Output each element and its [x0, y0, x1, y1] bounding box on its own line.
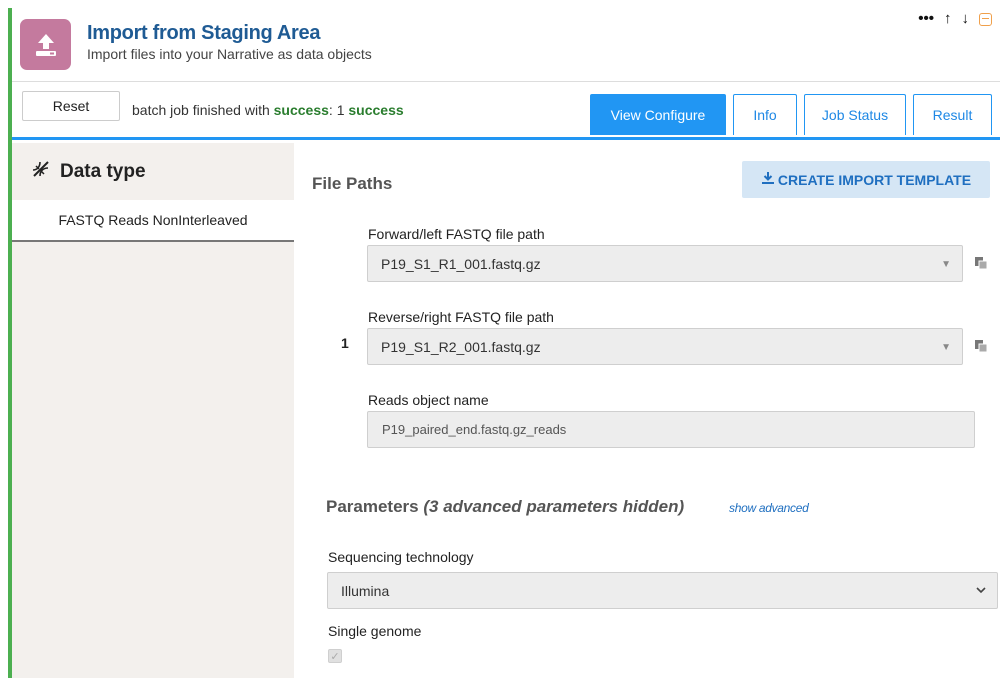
file-paths-title: File Paths: [312, 174, 393, 193]
create-import-template-button[interactable]: CREATE IMPORT TEMPLATE: [742, 161, 990, 198]
sequencing-technology-label: Sequencing technology: [328, 549, 474, 565]
reverse-path-value: P19_S1_R2_001.fastq.gz: [381, 338, 541, 355]
data-type-title: Data type: [60, 160, 146, 182]
hidden-params-note: (3 advanced parameters hidden): [423, 497, 685, 516]
single-genome-checkbox[interactable]: ✓: [328, 649, 342, 663]
arrow-down-icon[interactable]: ↓: [962, 10, 970, 28]
forward-path-select[interactable]: P19_S1_R1_001.fastq.gz ▼: [367, 245, 963, 282]
parameters-title-label: Parameters: [326, 497, 419, 516]
status-success-label: success: [273, 102, 329, 118]
status-colon: : 1: [328, 102, 349, 118]
status-success-count: success: [348, 102, 404, 118]
cell-toolbar: Reset batch job finished with success: 1…: [12, 82, 1000, 140]
upload-icon: [20, 19, 71, 70]
copy-icon[interactable]: [974, 339, 988, 353]
tab-view-configure[interactable]: View Configure: [590, 94, 726, 135]
tab-result[interactable]: Result: [913, 94, 992, 135]
show-advanced-link[interactable]: show advanced: [729, 501, 809, 515]
dna-icon: [30, 158, 52, 186]
chevron-down-icon: ▼: [941, 342, 951, 353]
chevron-down-icon: [975, 583, 987, 599]
reads-object-name-field[interactable]: P19_paired_end.fastq.gz_reads: [367, 411, 975, 448]
chevron-down-icon: ▼: [941, 259, 951, 270]
create-import-template-label: CREATE IMPORT TEMPLATE: [777, 171, 972, 188]
reverse-path-label: Reverse/right FASTQ file path: [368, 309, 554, 325]
reads-object-name-label: Reads object name: [368, 392, 489, 408]
copy-icon[interactable]: [974, 256, 988, 270]
data-type-sidebar: Data type FASTQ Reads NonInterleaved: [12, 143, 294, 678]
import-cell: Import from Staging Area Import files in…: [12, 8, 1000, 678]
forward-path-label: Forward/left FASTQ file path: [368, 226, 545, 242]
reverse-path-select[interactable]: P19_S1_R2_001.fastq.gz ▼: [367, 328, 963, 365]
sidebar-item-fastq-noninterleaved[interactable]: FASTQ Reads NonInterleaved: [12, 200, 294, 242]
parameters-title: Parameters (3 advanced parameters hidden…: [326, 497, 684, 517]
app-subtitle: Import files into your Narrative as data…: [87, 46, 372, 62]
sequencing-technology-select[interactable]: Illumina: [327, 572, 998, 609]
forward-path-value: P19_S1_R1_001.fastq.gz: [381, 255, 541, 272]
download-icon: [761, 171, 775, 188]
cell-header: Import from Staging Area Import files in…: [12, 8, 1000, 82]
single-genome-label: Single genome: [328, 623, 422, 639]
configure-pane: File Paths CREATE IMPORT TEMPLATE Forwar…: [294, 143, 1000, 678]
collapse-icon[interactable]: [979, 12, 992, 26]
status-prefix: batch job finished with: [132, 102, 274, 118]
tab-job-status[interactable]: Job Status: [804, 94, 906, 135]
cell-tabs: View Configure Info Job Status Result: [590, 94, 992, 135]
more-icon[interactable]: •••: [918, 10, 934, 28]
arrow-up-icon[interactable]: ↑: [944, 10, 952, 28]
sequencing-technology-value: Illumina: [341, 582, 390, 599]
job-status-text: batch job finished with success: 1 succe…: [132, 102, 404, 118]
row-number: 1: [341, 335, 349, 351]
reset-button[interactable]: Reset: [22, 91, 120, 121]
app-title: Import from Staging Area: [87, 22, 321, 44]
tab-info[interactable]: Info: [733, 94, 797, 135]
header-controls: ••• ↑ ↓: [918, 10, 992, 28]
data-type-header: Data type: [12, 143, 294, 200]
